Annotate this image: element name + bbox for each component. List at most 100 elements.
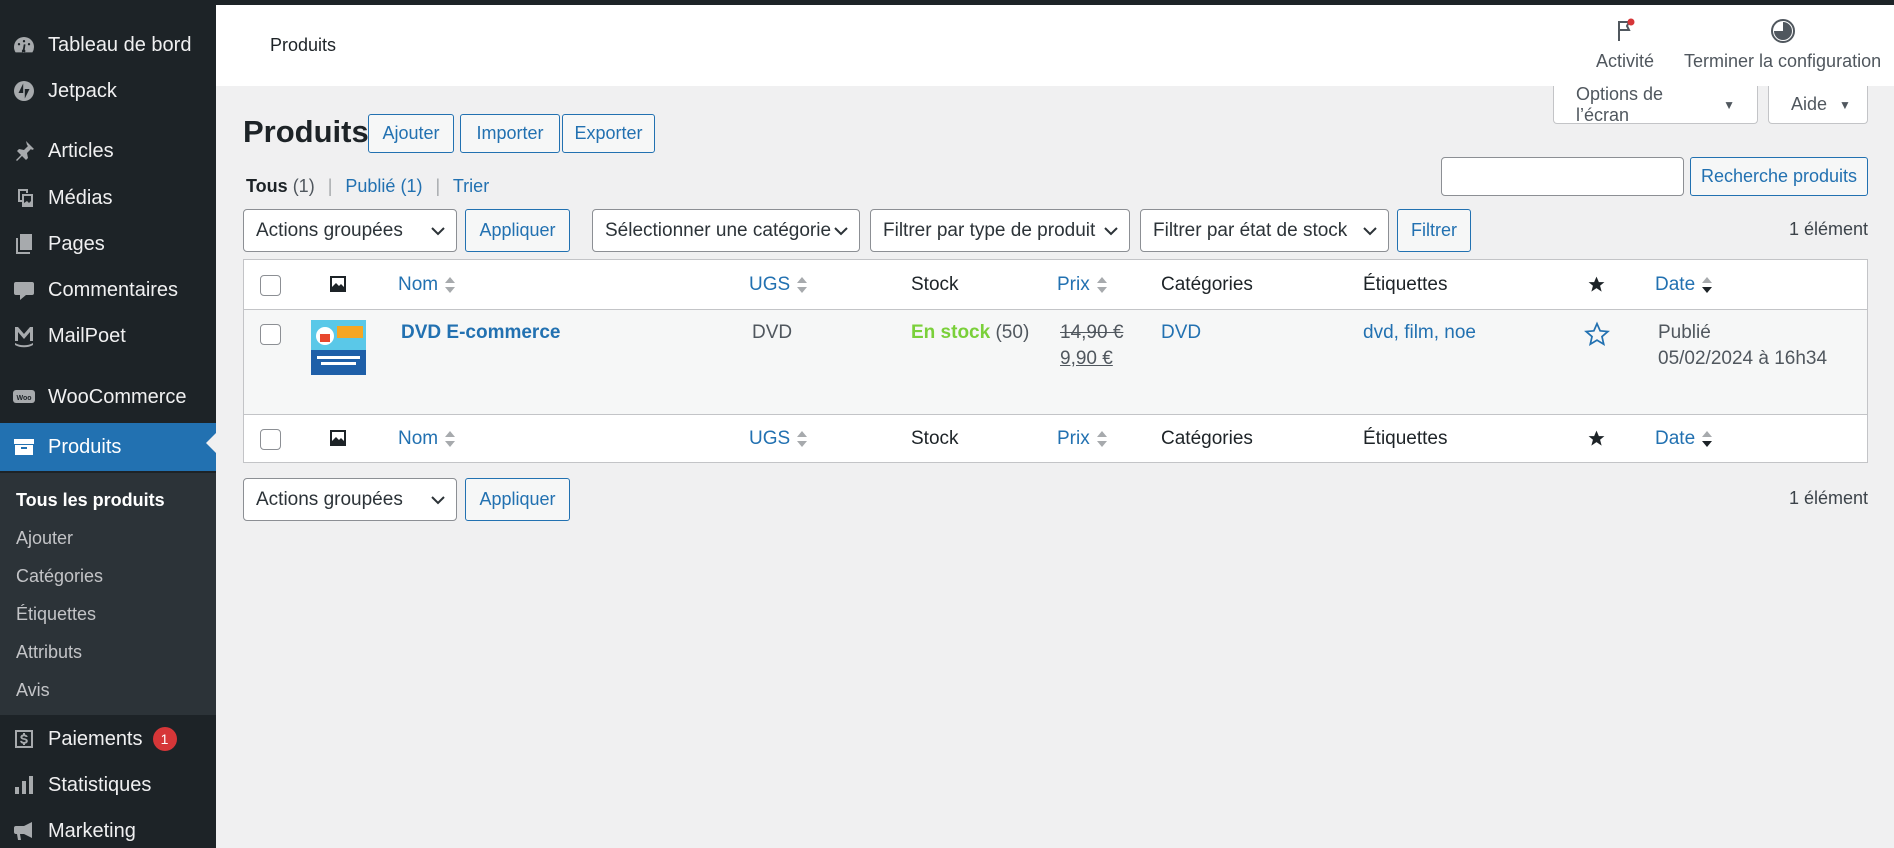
chevron-down-icon bbox=[431, 496, 445, 505]
featured-star-outline-icon[interactable] bbox=[1584, 321, 1610, 347]
view-sort[interactable]: Trier bbox=[453, 176, 489, 196]
apply-button[interactable]: Appliquer bbox=[465, 209, 570, 252]
select-all-checkbox[interactable] bbox=[260, 275, 281, 296]
table-row: DVD E-commerce DVD En stock (50) 14,90 €… bbox=[244, 310, 1867, 414]
screen-options-button[interactable]: Options de l’écran ▼ bbox=[1553, 83, 1758, 125]
column-date[interactable]: Date bbox=[1655, 274, 1713, 296]
select-all-checkbox-footer[interactable] bbox=[260, 429, 281, 450]
add-product-button[interactable]: Ajouter bbox=[368, 114, 454, 153]
image-column-icon bbox=[330, 276, 346, 292]
help-label: Aide bbox=[1791, 94, 1828, 114]
sort-icon bbox=[444, 276, 456, 294]
featured-star-icon[interactable] bbox=[1587, 275, 1606, 294]
sidebar-item-label: Statistiques bbox=[48, 773, 152, 796]
product-sku: DVD bbox=[752, 322, 793, 343]
caret-down-icon: ▼ bbox=[1839, 97, 1851, 112]
activity-label: Activité bbox=[1596, 51, 1655, 71]
sidebar-item-stats[interactable]: Statistiques bbox=[0, 765, 216, 805]
sidebar-item-pages[interactable]: Pages bbox=[0, 224, 216, 264]
view-published[interactable]: Publié bbox=[345, 176, 395, 196]
product-thumbnail[interactable] bbox=[311, 320, 366, 375]
products-table: Nom UGS Stock Prix Catégories Étiquettes… bbox=[243, 259, 1868, 463]
chart-bar-icon bbox=[0, 773, 48, 797]
sort-icon bbox=[444, 430, 456, 448]
search-products-button[interactable]: Recherche produits bbox=[1690, 157, 1868, 196]
products-submenu: Tous les produits Ajouter Catégories Éti… bbox=[0, 473, 216, 715]
price-regular: 14,90 € bbox=[1060, 322, 1124, 343]
view-all-count: (1) bbox=[292, 176, 315, 196]
sidebar-item-jetpack[interactable]: Jetpack bbox=[0, 71, 216, 111]
stock-status-value: Filtrer par état de stock bbox=[1153, 219, 1348, 241]
category-select[interactable]: Sélectionner une catégorie bbox=[592, 209, 860, 252]
notification-badge: 1 bbox=[152, 727, 177, 751]
sidebar-item-products[interactable]: Produits bbox=[0, 423, 216, 471]
view-all[interactable]: Tous bbox=[246, 176, 288, 196]
bulk-actions-select[interactable]: Actions groupées bbox=[243, 209, 457, 252]
submenu-categories[interactable]: Catégories bbox=[16, 566, 103, 587]
activity-button[interactable]: Activité bbox=[1596, 17, 1654, 72]
column-categories: Catégories bbox=[1161, 274, 1253, 295]
setup-button[interactable]: Terminer la configuration bbox=[1684, 17, 1881, 72]
megaphone-icon bbox=[0, 819, 48, 843]
submenu-all-products[interactable]: Tous les produits bbox=[16, 490, 165, 511]
pages-icon bbox=[0, 232, 48, 256]
sort-icon bbox=[1096, 276, 1108, 294]
stock-status-select[interactable]: Filtrer par état de stock bbox=[1140, 209, 1389, 252]
submenu-reviews[interactable]: Avis bbox=[16, 680, 50, 701]
column-stock-footer: Stock bbox=[911, 428, 959, 449]
featured-star-icon[interactable] bbox=[1587, 429, 1606, 448]
product-type-value: Filtrer par type de produit bbox=[883, 219, 1096, 241]
submenu-tags[interactable]: Étiquettes bbox=[16, 604, 96, 625]
column-name-footer[interactable]: Nom bbox=[398, 428, 456, 450]
comment-icon bbox=[0, 278, 48, 302]
footer-divider bbox=[244, 414, 1867, 415]
submenu-add[interactable]: Ajouter bbox=[16, 528, 73, 549]
submenu-attributes[interactable]: Attributs bbox=[16, 642, 82, 663]
column-tags: Étiquettes bbox=[1363, 274, 1448, 295]
item-count-bottom: 1 élément bbox=[1788, 488, 1868, 508]
export-button[interactable]: Exporter bbox=[562, 114, 655, 153]
sidebar-item-label: Marketing bbox=[48, 819, 136, 842]
help-button[interactable]: Aide ▼ bbox=[1768, 86, 1868, 124]
column-sku-footer[interactable]: UGS bbox=[749, 428, 808, 450]
sort-desc-icon bbox=[1701, 276, 1713, 294]
chevron-down-icon bbox=[1104, 227, 1118, 236]
view-filters: Tous (1) | Publié (1) | Trier bbox=[246, 176, 489, 197]
column-name[interactable]: Nom bbox=[398, 274, 456, 296]
product-type-select[interactable]: Filtrer par type de produit bbox=[870, 209, 1130, 252]
sidebar-item-articles[interactable]: Articles bbox=[0, 131, 216, 171]
row-checkbox[interactable] bbox=[260, 324, 281, 345]
sidebar-item-marketing[interactable]: Marketing bbox=[0, 811, 216, 848]
woocommerce-header: Produits Activité Terminer la configurat… bbox=[216, 5, 1894, 86]
category-value: Sélectionner une catégorie bbox=[605, 219, 832, 241]
bulk-actions-select-bottom[interactable]: Actions groupées bbox=[243, 478, 457, 521]
sidebar-item-woocommerce[interactable]: Woo WooCommerce bbox=[0, 377, 216, 417]
import-button[interactable]: Importer bbox=[460, 114, 560, 153]
screen-options-label: Options de l’écran bbox=[1576, 83, 1664, 125]
search-input[interactable] bbox=[1441, 157, 1684, 196]
product-category-link[interactable]: DVD bbox=[1161, 322, 1201, 344]
svg-text:Woo: Woo bbox=[16, 395, 31, 402]
product-name-link[interactable]: DVD E-commerce bbox=[401, 322, 560, 344]
sidebar-item-mailpoet[interactable]: MailPoet bbox=[0, 316, 216, 356]
column-date-footer[interactable]: Date bbox=[1655, 428, 1713, 450]
flag-icon bbox=[1618, 18, 1635, 41]
sidebar-item-medias[interactable]: Médias bbox=[0, 178, 216, 218]
column-price[interactable]: Prix bbox=[1057, 274, 1108, 296]
column-sku[interactable]: UGS bbox=[749, 274, 808, 296]
archive-icon bbox=[0, 435, 48, 459]
apply-button-bottom[interactable]: Appliquer bbox=[465, 478, 570, 521]
sidebar-item-dashboard[interactable]: Tableau de bord bbox=[0, 25, 216, 65]
chevron-down-icon bbox=[431, 227, 445, 236]
sidebar-item-label: Produits bbox=[48, 435, 122, 458]
column-price-footer[interactable]: Prix bbox=[1057, 428, 1108, 450]
sort-icon bbox=[796, 276, 808, 294]
sidebar-item-payments[interactable]: Paiements 1 bbox=[0, 719, 216, 759]
date-value: 05/02/2024 à 16h34 bbox=[1658, 348, 1828, 369]
media-icon bbox=[0, 186, 48, 210]
sidebar-item-label: WooCommerce bbox=[48, 385, 187, 408]
product-tags-link[interactable]: dvd, film, noe bbox=[1363, 322, 1476, 344]
sidebar-item-comments[interactable]: Commentaires bbox=[0, 270, 216, 310]
price-sale: 9,90 € bbox=[1060, 348, 1113, 369]
filter-button[interactable]: Filtrer bbox=[1397, 209, 1471, 252]
